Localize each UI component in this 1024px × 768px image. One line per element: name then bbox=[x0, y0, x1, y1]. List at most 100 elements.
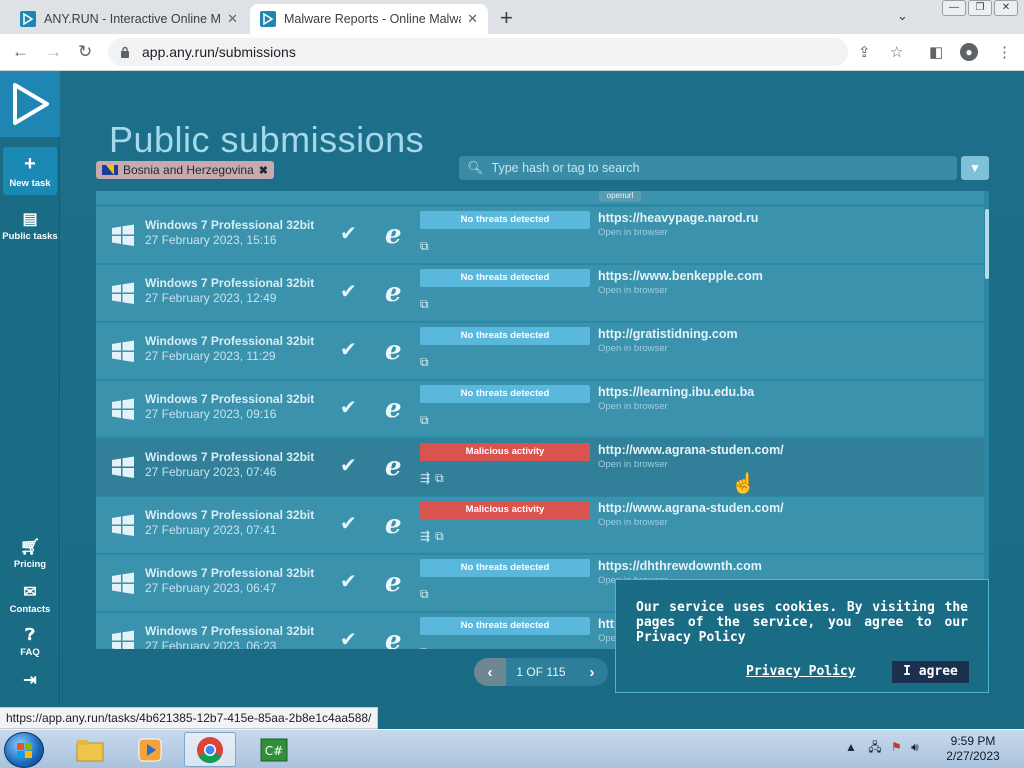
copy-icon[interactable]: ⧉ bbox=[420, 645, 429, 649]
open-in-browser-link[interactable]: Open in browser bbox=[598, 517, 668, 528]
submission-url[interactable]: https://dhthrewdownth.com bbox=[598, 559, 762, 573]
clock-date: 2/27/2023 bbox=[946, 749, 1000, 763]
copy-icon[interactable]: ⧉ bbox=[435, 529, 444, 544]
table-row[interactable]: Windows 7 Professional 32bit 27 February… bbox=[96, 439, 984, 495]
submission-url[interactable]: https://learning.ibu.edu.ba bbox=[598, 385, 754, 399]
os-name: Windows 7 Professional 32bit bbox=[145, 566, 315, 580]
submission-url[interactable]: https://www.benkepple.com bbox=[598, 269, 763, 283]
verdict-badge: No threats detected bbox=[420, 559, 590, 577]
verdict-badge: No threats detected bbox=[420, 211, 590, 229]
task-indicators: ⧉ bbox=[420, 297, 429, 312]
table-row-partial[interactable]: openurl bbox=[96, 191, 984, 204]
taskbar-explorer[interactable] bbox=[64, 732, 116, 767]
prev-page-button[interactable]: ‹ bbox=[474, 658, 506, 686]
submission-date: 27 February 2023, 06:23 bbox=[145, 639, 277, 649]
sidebar-item-label: Pricing bbox=[13, 559, 47, 570]
back-icon[interactable]: ← bbox=[12, 42, 29, 62]
table-row[interactable]: Windows 7 Professional 32bit 27 February… bbox=[96, 323, 984, 379]
taskbar-csharp-app[interactable]: C# bbox=[248, 732, 300, 767]
address-bar: ← → ↻ app.any.run/submissions ⇪ ☆ ◧ ● ⋮ bbox=[0, 34, 1024, 71]
copy-icon[interactable]: ⧉ bbox=[420, 239, 429, 254]
table-row[interactable]: Windows 7 Professional 32bit 27 February… bbox=[96, 381, 984, 437]
copy-icon[interactable]: ⧉ bbox=[435, 471, 444, 486]
anyrun-favicon-icon bbox=[20, 11, 36, 27]
url-field[interactable]: app.any.run/submissions bbox=[108, 38, 848, 66]
next-page-button[interactable]: › bbox=[576, 658, 608, 686]
open-in-browser-link[interactable]: Open in browser bbox=[598, 401, 668, 412]
checkmark-icon: ✔ bbox=[340, 223, 357, 245]
page-title: Public submissions bbox=[109, 119, 425, 160]
sidebar-item-contacts[interactable]: ✉ Contacts bbox=[0, 576, 60, 621]
forward-icon[interactable]: → bbox=[45, 42, 62, 62]
os-name: Windows 7 Professional 32bit bbox=[145, 392, 315, 406]
tab-title: ANY.RUN - Interactive Online Ma bbox=[44, 12, 222, 26]
taskbar-media-player[interactable] bbox=[124, 732, 176, 767]
anyrun-logo[interactable] bbox=[0, 71, 60, 137]
internet-explorer-icon: e bbox=[385, 452, 402, 482]
taskbar-clock[interactable]: 9:59 PM 2/27/2023 bbox=[940, 734, 1006, 764]
minimize-icon[interactable]: — bbox=[942, 0, 966, 16]
table-row[interactable]: Windows 7 Professional 32bit 27 February… bbox=[96, 497, 984, 553]
action-center-icon[interactable]: ⚑ bbox=[891, 740, 902, 754]
url-text: app.any.run/submissions bbox=[142, 44, 296, 60]
submission-url[interactable]: http://www.agrana-studen.com/ bbox=[598, 443, 784, 457]
submission-url[interactable]: http://www.agrana-studen.com/ bbox=[598, 501, 784, 515]
new-tab-icon[interactable]: + bbox=[500, 5, 513, 31]
bookmark-star-icon[interactable]: ☆ bbox=[890, 43, 903, 61]
submission-date: 27 February 2023, 07:46 bbox=[145, 465, 277, 479]
share-icon[interactable]: ⇪ bbox=[858, 43, 871, 61]
filter-tag-country[interactable]: Bosnia and Herzegovina ✖ bbox=[96, 161, 274, 179]
page-indicator: 1 OF 115 bbox=[506, 658, 576, 686]
side-panel-icon[interactable]: ◧ bbox=[929, 43, 943, 61]
sidebar-item-new-task[interactable]: + New task bbox=[3, 147, 57, 195]
reload-icon[interactable]: ↻ bbox=[78, 42, 92, 62]
privacy-policy-link[interactable]: Privacy Policy bbox=[746, 664, 856, 679]
os-name: Windows 7 Professional 32bit bbox=[145, 334, 315, 348]
sidebar-item-faq[interactable]: ❓︎ FAQ bbox=[0, 621, 60, 664]
table-row[interactable]: Windows 7 Professional 32bit 27 February… bbox=[96, 207, 984, 263]
search-icon: 🔍︎ bbox=[467, 160, 484, 175]
show-hidden-icons-icon[interactable]: ▲ bbox=[845, 740, 857, 754]
copy-icon[interactable]: ⧉ bbox=[420, 413, 429, 428]
submission-url[interactable]: https://heavypage.narod.ru bbox=[598, 211, 758, 225]
open-in-browser-link[interactable]: Open in browser bbox=[598, 343, 668, 354]
process-icon: ⇶ bbox=[420, 529, 431, 543]
process-icon: ⇶ bbox=[420, 471, 431, 485]
submission-url[interactable]: http://gratistidning.com bbox=[598, 327, 738, 341]
sidebar-item-pricing[interactable]: 🛒︎ Pricing bbox=[0, 531, 60, 576]
clock-time: 9:59 PM bbox=[950, 734, 996, 748]
close-tab-icon[interactable]: ✕ bbox=[227, 11, 238, 27]
restore-icon[interactable]: ❐ bbox=[968, 0, 992, 16]
open-in-browser-link[interactable]: Open in browser bbox=[598, 459, 668, 470]
verdict-badge: No threats detected bbox=[420, 327, 590, 345]
hand-cursor-icon: ☝ bbox=[731, 473, 756, 495]
menu-kebab-icon[interactable]: ⋮ bbox=[997, 43, 1012, 61]
remove-filter-icon[interactable]: ✖ bbox=[259, 164, 268, 177]
sidebar-item-logout[interactable]: ⇥ bbox=[0, 664, 60, 698]
profile-avatar-icon[interactable]: ● bbox=[960, 43, 978, 61]
copy-icon[interactable]: ⧉ bbox=[420, 297, 429, 312]
sidebar-item-public-tasks[interactable]: ▤ Public tasks bbox=[0, 203, 60, 248]
close-tab-icon[interactable]: ✕ bbox=[467, 11, 478, 27]
tab-search-chevron-icon[interactable]: ⌄ bbox=[897, 8, 908, 24]
taskbar-chrome[interactable] bbox=[184, 732, 236, 767]
volume-icon[interactable]: 🔊︎ bbox=[911, 740, 919, 754]
start-button[interactable] bbox=[4, 732, 44, 768]
open-in-browser-link[interactable]: Open in browser bbox=[598, 285, 668, 296]
browser-tab-anyrun[interactable]: ANY.RUN - Interactive Online Ma ✕ bbox=[10, 4, 248, 34]
filter-funnel-button[interactable]: ▼ bbox=[961, 156, 989, 180]
submission-date: 27 February 2023, 11:29 bbox=[145, 349, 276, 363]
link-status-bar: https://app.any.run/tasks/4b621385-12b7-… bbox=[0, 707, 379, 729]
copy-icon[interactable]: ⧉ bbox=[420, 587, 429, 602]
browser-tab-malware-reports[interactable]: Malware Reports - Online Malwa ✕ bbox=[250, 4, 488, 34]
agree-button[interactable]: I agree bbox=[892, 661, 969, 683]
open-in-browser-link[interactable]: Open in browser bbox=[598, 227, 668, 238]
task-indicators: ⧉ bbox=[420, 355, 429, 370]
search-input[interactable]: 🔍︎ Type hash or tag to search bbox=[459, 156, 957, 180]
anyrun-logo-icon bbox=[13, 83, 49, 125]
list-scrollbar[interactable] bbox=[985, 209, 989, 279]
table-row[interactable]: Windows 7 Professional 32bit 27 February… bbox=[96, 265, 984, 321]
copy-icon[interactable]: ⧉ bbox=[420, 355, 429, 370]
network-icon[interactable]: 🖧︎ bbox=[868, 740, 881, 754]
close-window-icon[interactable]: ✕ bbox=[994, 0, 1018, 16]
